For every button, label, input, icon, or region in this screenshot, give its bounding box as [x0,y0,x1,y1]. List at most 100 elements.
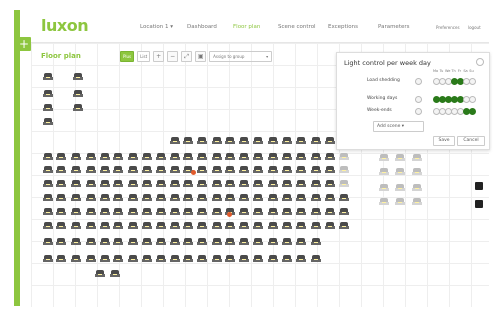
lamp-icon[interactable] [100,153,110,161]
lamp-icon[interactable] [170,153,180,161]
lamp-icon[interactable] [197,255,207,263]
lamp-icon[interactable] [268,153,278,161]
lamp-icon[interactable] [183,180,193,188]
lamp-icon[interactable] [56,153,66,161]
lamp-icon[interactable] [170,238,180,246]
lamp-icon[interactable] [197,208,207,216]
lamp-icon[interactable] [412,154,422,162]
lamp-icon[interactable] [212,153,222,161]
lamp-icon[interactable] [311,255,321,263]
lamp-icon[interactable] [339,208,349,216]
lamp-icon[interactable] [100,238,110,246]
lamp-icon[interactable] [282,194,292,202]
lamp-icon[interactable] [56,255,66,263]
lamp-icon[interactable] [142,180,152,188]
lamp-icon[interactable] [311,153,321,161]
lamp-icon[interactable] [395,184,405,192]
lamp-icon[interactable] [128,153,138,161]
lamp-icon[interactable] [170,222,180,230]
assign-group-select[interactable]: Assign to group [209,51,273,62]
lamp-icon[interactable] [253,194,263,202]
lamp-icon[interactable] [282,208,292,216]
lamp-icon[interactable] [325,166,335,174]
lamp-icon[interactable] [156,153,166,161]
nav-exceptions[interactable]: Exceptions [328,24,358,30]
lamp-icon[interactable] [311,180,321,188]
lamp-icon[interactable] [339,153,349,161]
lamp-icon[interactable] [296,238,306,246]
lamp-icon[interactable] [183,255,193,263]
lamp-icon[interactable] [43,118,53,126]
lamp-icon[interactable] [43,153,53,161]
lamp-icon[interactable] [379,198,389,206]
lamp-icon[interactable] [170,255,180,263]
lamp-icon[interactable] [296,194,306,202]
lamp-icon[interactable] [239,238,249,246]
lamp-icon[interactable] [183,208,193,216]
lamp-icon[interactable] [142,255,152,263]
lamp-icon[interactable] [253,137,263,145]
day-toggle[interactable] [469,78,476,85]
lamp-icon[interactable] [339,222,349,230]
lamp-icon[interactable] [253,238,263,246]
lamp-icon[interactable] [268,208,278,216]
lamp-icon[interactable] [212,238,222,246]
lamp-icon[interactable] [56,180,66,188]
cancel-button[interactable]: Cancel [457,136,485,146]
lamp-icon[interactable] [296,153,306,161]
lamp-icon[interactable] [212,222,222,230]
lamp-icon[interactable] [225,153,235,161]
preferences-link[interactable]: Preferences [436,25,460,30]
lamp-icon[interactable] [197,137,207,145]
lamp-icon[interactable] [156,255,166,263]
lamp-icon[interactable] [100,222,110,230]
lamp-icon[interactable] [156,166,166,174]
lamp-icon[interactable] [225,137,235,145]
lamp-icon[interactable] [142,222,152,230]
lamp-icon[interactable] [268,166,278,174]
lamp-icon[interactable] [56,166,66,174]
row-radio[interactable] [415,108,422,115]
fit-icon[interactable]: ⤢ [181,51,193,62]
lamp-icon[interactable] [412,168,422,176]
lamp-icon[interactable] [183,194,193,202]
lamp-icon[interactable] [128,208,138,216]
lamp-icon[interactable] [253,255,263,263]
zoom-out-icon[interactable]: − [167,51,179,62]
lamp-icon[interactable] [100,166,110,174]
logout-link[interactable]: logout [468,25,481,30]
lamp-icon[interactable] [100,194,110,202]
lamp-icon[interactable] [156,238,166,246]
lock-icon[interactable]: ▣ [195,51,207,62]
lamp-icon[interactable] [71,153,81,161]
lamp-icon[interactable] [412,184,422,192]
lamp-icon[interactable] [142,194,152,202]
lamp-icon[interactable] [43,73,53,81]
nav-floor-plan[interactable]: Floor plan [233,24,260,30]
lamp-icon[interactable] [212,180,222,188]
lamp-icon[interactable] [239,166,249,174]
lamp-icon[interactable] [156,180,166,188]
lamp-icon[interactable] [239,222,249,230]
lamp-icon[interactable] [56,208,66,216]
lamp-icon[interactable] [225,180,235,188]
row-radio[interactable] [415,78,422,85]
lamp-icon[interactable] [113,255,123,263]
lamp-icon[interactable] [73,90,83,98]
lamp-icon[interactable] [113,208,123,216]
lamp-icon[interactable] [113,166,123,174]
lamp-icon[interactable] [212,137,222,145]
lamp-icon[interactable] [71,180,81,188]
lamp-icon[interactable] [239,137,249,145]
lamp-icon[interactable] [225,255,235,263]
lamp-icon[interactable] [128,222,138,230]
lamp-icon[interactable] [339,194,349,202]
lamp-icon[interactable] [71,222,81,230]
lamp-icon[interactable] [71,166,81,174]
row-radio[interactable] [415,96,422,103]
lamp-icon[interactable] [282,137,292,145]
lamp-icon[interactable] [142,153,152,161]
lamp-icon[interactable] [197,238,207,246]
lamp-icon[interactable] [225,166,235,174]
lamp-icon[interactable] [253,180,263,188]
